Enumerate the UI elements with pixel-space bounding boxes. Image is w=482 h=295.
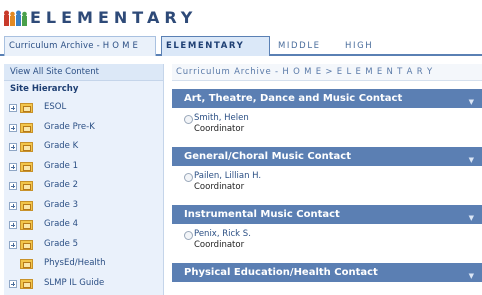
- section-title: Art, Theatre, Dance and Music Contact: [184, 93, 403, 104]
- folder-icon: [20, 278, 33, 289]
- section-title: Physical Education/Health Contact: [184, 267, 378, 278]
- view-all-site-content-link[interactable]: View All Site Content: [4, 64, 163, 81]
- people-logo-icon: [4, 10, 27, 26]
- folder-icon: [20, 142, 33, 152]
- contact-role: Coordinator: [194, 240, 245, 250]
- contact-role: Coordinator: [194, 182, 245, 192]
- folder-icon: [20, 103, 33, 113]
- nav-item-label: ESOL: [44, 102, 67, 112]
- section-heading: General/Choral Music Contact ▼: [172, 147, 482, 166]
- contact-name-link[interactable]: Penix, Rick S.: [194, 229, 482, 240]
- nav-item-label: Grade 2: [44, 180, 79, 190]
- plus-expander-icon[interactable]: [9, 162, 17, 171]
- chevron-down-icon[interactable]: ▼: [469, 267, 474, 286]
- contact-entry: Smith, Helen Coordinator: [172, 108, 482, 142]
- site-header: ELEMENTARY: [0, 0, 482, 34]
- nav-item-grade-1[interactable]: Grade 1: [4, 157, 163, 177]
- plus-expander-icon[interactable]: [9, 123, 17, 132]
- folder-icon: [20, 259, 33, 269]
- nav-item-label: Grade 1: [44, 160, 79, 171]
- section-title: Instrumental Music Contact: [184, 209, 340, 220]
- plus-expander-icon[interactable]: [9, 201, 17, 210]
- nav-item-label: Grade Pre-K: [44, 121, 95, 132]
- nav-item-label: Grade 4: [44, 219, 79, 229]
- plus-expander-icon[interactable]: [9, 104, 17, 112]
- contact-name-link[interactable]: Pailen, Lillian H.: [194, 171, 482, 182]
- nav-item-label: Grade 5: [44, 238, 79, 249]
- breadcrumb[interactable]: Curriculum Archive - H O M E > E L E M E…: [172, 64, 482, 81]
- nav-item-grade-5[interactable]: Grade 5: [4, 235, 163, 255]
- plus-expander-icon[interactable]: [9, 221, 17, 229]
- nav-item-grade-2[interactable]: Grade 2: [4, 176, 163, 196]
- left-navigation: View All Site Content Site Hierarchy ESO…: [4, 64, 164, 295]
- plus-expander-icon[interactable]: [9, 279, 17, 288]
- section-heading: Physical Education/Health Contact ▼: [172, 263, 482, 282]
- plus-expander-icon[interactable]: [9, 143, 17, 151]
- contact-section-general-choral: General/Choral Music Contact ▼ Pailen, L…: [172, 147, 482, 200]
- folder-icon: [20, 161, 33, 172]
- nav-item-grade-k[interactable]: Grade K: [4, 137, 163, 157]
- contact-entry: Pailen, Lillian H. Coordinator: [172, 166, 482, 200]
- folder-icon: [20, 181, 33, 191]
- contact-section-physical-education: Physical Education/Health Contact ▼: [172, 263, 482, 282]
- folder-icon: [20, 200, 33, 211]
- section-heading: Art, Theatre, Dance and Music Contact ▼: [172, 89, 482, 108]
- tab-middle[interactable]: MIDDLE: [273, 36, 337, 56]
- contact-role: Coordinator: [194, 124, 245, 134]
- tab-high[interactable]: HIGH: [340, 36, 390, 56]
- plus-expander-icon[interactable]: [9, 182, 17, 190]
- nav-item-label: Grade K: [44, 141, 79, 151]
- nav-item-label: SLMP IL Guide: [44, 277, 105, 288]
- presence-radio-icon: [184, 231, 193, 240]
- tab-curriculum-home[interactable]: Curriculum Archive - H O M E: [4, 36, 156, 56]
- tab-elementary[interactable]: ELEMENTARY: [161, 36, 270, 56]
- contact-section-instrumental: Instrumental Music Contact ▼ Penix, Rick…: [172, 205, 482, 258]
- nav-item-grade-3[interactable]: Grade 3: [4, 196, 163, 216]
- nav-item-physed-health[interactable]: PhysEd/Health: [4, 254, 163, 274]
- contact-name-link[interactable]: Smith, Helen: [194, 113, 482, 124]
- contact-section-art: Art, Theatre, Dance and Music Contact ▼ …: [172, 89, 482, 142]
- presence-radio-icon: [184, 173, 193, 182]
- main-content: Curriculum Archive - H O M E > E L E M E…: [172, 64, 482, 295]
- nav-item-grade-4[interactable]: Grade 4: [4, 215, 163, 235]
- nav-item-label: PhysEd/Health: [44, 258, 106, 268]
- section-title: General/Choral Music Contact: [184, 151, 351, 162]
- nav-item-label: Grade 3: [44, 199, 79, 210]
- contact-entry: Penix, Rick S. Coordinator: [172, 224, 482, 258]
- plus-expander-icon[interactable]: [9, 240, 17, 249]
- nav-item-esol[interactable]: ESOL: [4, 98, 163, 118]
- section-heading: Instrumental Music Contact ▼: [172, 205, 482, 224]
- site-title: ELEMENTARY: [30, 8, 198, 27]
- folder-icon: [20, 220, 33, 230]
- nav-item-slmp-il-guide[interactable]: SLMP IL Guide: [4, 274, 163, 294]
- presence-radio-icon: [184, 115, 193, 124]
- folder-icon: [20, 122, 33, 133]
- site-hierarchy-heading: Site Hierarchy: [10, 84, 79, 94]
- folder-icon: [20, 239, 33, 250]
- top-nav-tabs: Curriculum Archive - H O M E ELEMENTARY …: [0, 36, 482, 56]
- nav-item-grade-pre-k[interactable]: Grade Pre-K: [4, 118, 163, 138]
